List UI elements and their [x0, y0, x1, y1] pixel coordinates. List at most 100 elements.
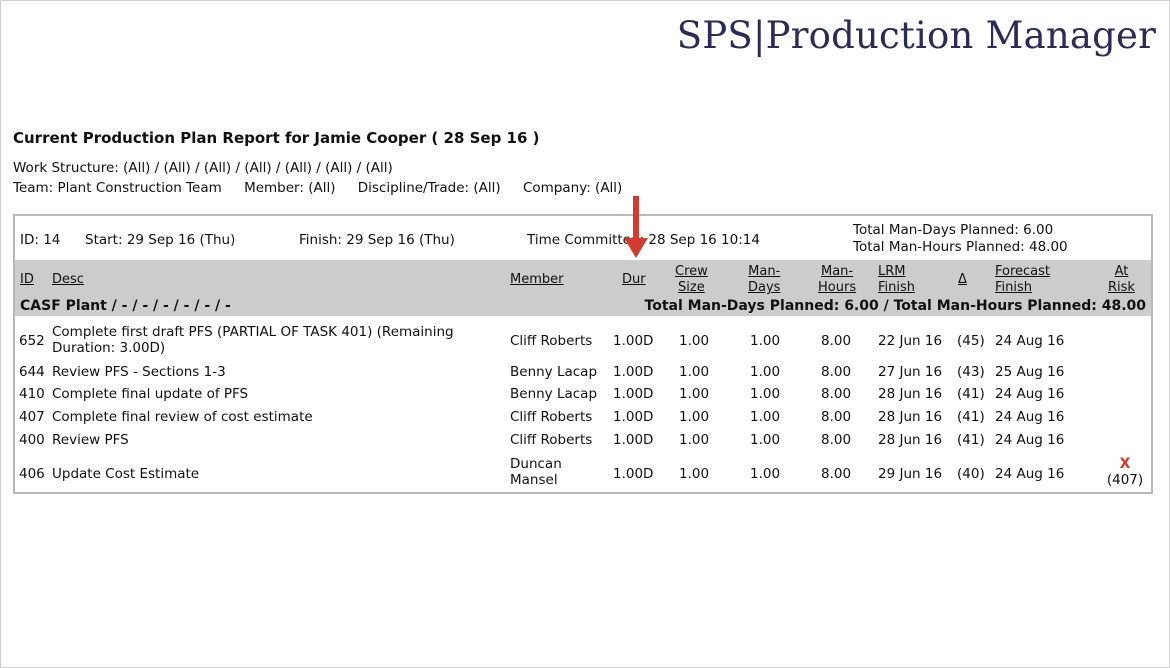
cell-crew: 1.00	[679, 333, 710, 349]
cell-crew: 1.00	[679, 386, 710, 402]
cell-id: 406	[19, 466, 45, 482]
cell-lrm: 29 Jun 16	[878, 466, 943, 482]
cell-forecast: 24 Aug 16	[995, 386, 1065, 402]
cell-delta: (45)	[957, 333, 985, 349]
cell-forecast: 25 Aug 16	[995, 364, 1065, 380]
col-man-hours[interactable]: Man- Hours	[818, 264, 856, 296]
col-member[interactable]: Member	[510, 272, 563, 288]
total-man-hours: Total Man-Hours Planned: 48.00	[853, 239, 1068, 255]
cell-delta: (43)	[957, 364, 985, 380]
table-row: 400 Review PFS Cliff Roberts 1.00D 1.00 1.00 8…	[15, 432, 1151, 452]
cell-member: Cliff Roberts	[510, 409, 593, 425]
col-crew-size[interactable]: Crew Size	[675, 264, 708, 296]
plan-id: ID: 14	[20, 232, 61, 248]
filter-row: Team: Plant Construction Team Member: (A…	[13, 180, 640, 196]
cell-hours: 8.00	[821, 432, 852, 448]
cell-desc: Review PFS - Sections 1-3	[52, 364, 226, 380]
cell-forecast: 24 Aug 16	[995, 333, 1065, 349]
table-row: 406 Update Cost Estimate Duncan Mansel 1.00…	[15, 456, 1151, 492]
cell-member: Benny Lacap	[510, 386, 598, 402]
cell-delta: (41)	[957, 386, 985, 402]
cell-desc: Complete final review of cost estimate	[52, 409, 313, 425]
cell-hours: 8.00	[821, 364, 852, 380]
cell-id: 407	[19, 409, 45, 425]
cell-crew: 1.00	[679, 466, 710, 482]
team-filter: Team: Plant Construction Team	[13, 180, 222, 196]
table-row: 410 Complete final update of PFS Benny Lac…	[15, 386, 1151, 406]
col-dur[interactable]: Dur	[622, 272, 646, 288]
cell-days: 1.00	[750, 409, 781, 425]
cell-lrm: 28 Jun 16	[878, 386, 943, 402]
cell-dur: 1.00D	[613, 364, 654, 380]
col-man-days[interactable]: Man- Days	[748, 264, 780, 296]
group-row: CASF Plant / - / - / - / - / - / - Total…	[15, 298, 1151, 316]
table-header: ID Desc Member Dur Crew Size Man- Days Man…	[15, 260, 1151, 316]
cell-delta: (41)	[957, 432, 985, 448]
cell-days: 1.00	[750, 364, 781, 380]
group-totals: Total Man-Days Planned: 6.00 / Total Man…	[644, 298, 1146, 314]
member-filter: Member: (All)	[244, 180, 336, 196]
plan-info-row: ID: 14 Start: 29 Sep 16 (Thu) Finish: 29…	[15, 216, 1151, 260]
cell-id: 644	[19, 364, 45, 380]
cell-forecast: 24 Aug 16	[995, 466, 1065, 482]
cell-hours: 8.00	[821, 466, 852, 482]
cell-dur: 1.00D	[613, 386, 654, 402]
cell-desc: Review PFS	[52, 432, 129, 448]
col-lrm-finish[interactable]: LRM Finish	[878, 264, 915, 296]
cell-hours: 8.00	[821, 386, 852, 402]
cell-hours: 8.00	[821, 333, 852, 349]
plan-start: Start: 29 Sep 16 (Thu)	[85, 232, 236, 248]
col-id[interactable]: ID	[20, 272, 34, 288]
cell-dur: 1.00D	[613, 466, 654, 482]
cell-lrm: 27 Jun 16	[878, 364, 943, 380]
brand-logo: SPS|Production Manager	[676, 14, 1156, 57]
cell-days: 1.00	[750, 466, 781, 482]
work-structure-filter: Work Structure: (All) / (All) / (All) / …	[13, 160, 411, 176]
col-forecast-finish[interactable]: Forecast Finish	[995, 264, 1050, 296]
plan-panel: ID: 14 Start: 29 Sep 16 (Thu) Finish: 29…	[13, 214, 1153, 494]
cell-crew: 1.00	[679, 432, 710, 448]
table-row: 644 Review PFS - Sections 1-3 Benny Lacap 1…	[15, 364, 1151, 384]
cell-crew: 1.00	[679, 364, 710, 380]
cell-lrm: 28 Jun 16	[878, 432, 943, 448]
cell-days: 1.00	[750, 333, 781, 349]
cell-member: Cliff Roberts	[510, 432, 593, 448]
table-row: 407 Complete final review of cost estimat…	[15, 409, 1151, 429]
total-man-days: Total Man-Days Planned: 6.00	[853, 222, 1054, 238]
cell-desc: Update Cost Estimate	[52, 466, 200, 482]
report-title: Current Production Plan Report for Jamie…	[13, 129, 540, 147]
col-desc[interactable]: Desc	[52, 272, 84, 288]
cell-delta: (41)	[957, 409, 985, 425]
cell-member: Benny Lacap	[510, 364, 598, 380]
cell-desc: Complete first draft PFS (PARTIAL OF TAS…	[52, 324, 454, 356]
discipline-filter: Discipline/Trade: (All)	[357, 180, 501, 196]
cell-dur: 1.00D	[613, 333, 654, 349]
at-risk-indicator[interactable]: X (407)	[1105, 456, 1145, 488]
risk-x-icon[interactable]: X	[1105, 456, 1145, 472]
company-filter: Company: (All)	[522, 180, 623, 196]
group-label: CASF Plant / - / - / - / - / - / -	[20, 298, 231, 314]
cell-member: Cliff Roberts	[510, 333, 593, 349]
cell-lrm: 28 Jun 16	[878, 409, 943, 425]
arrow-down-icon	[624, 196, 648, 266]
cell-id: 400	[19, 432, 45, 448]
cell-dur: 1.00D	[613, 409, 654, 425]
cell-dur: 1.00D	[613, 432, 654, 448]
col-at-risk[interactable]: At Risk	[1108, 264, 1135, 296]
cell-delta: (40)	[957, 466, 985, 482]
table-row: 652 Complete first draft PFS (PARTIAL OF …	[15, 324, 1151, 358]
cell-id: 652	[19, 333, 45, 349]
plan-totals: Total Man-Days Planned: 6.00 Total Man-H…	[853, 222, 1068, 256]
cell-lrm: 22 Jun 16	[878, 333, 943, 349]
col-delta[interactable]: Δ	[958, 272, 967, 288]
cell-forecast: 24 Aug 16	[995, 432, 1065, 448]
cell-crew: 1.00	[679, 409, 710, 425]
cell-days: 1.00	[750, 432, 781, 448]
plan-finish: Finish: 29 Sep 16 (Thu)	[299, 232, 455, 248]
risk-reference: (407)	[1106, 472, 1144, 488]
cell-forecast: 24 Aug 16	[995, 409, 1065, 425]
cell-days: 1.00	[750, 386, 781, 402]
cell-id: 410	[19, 386, 45, 402]
cell-hours: 8.00	[821, 409, 852, 425]
work-structure-label: Work Structure: (All) / (All) / (All) / …	[13, 160, 393, 176]
